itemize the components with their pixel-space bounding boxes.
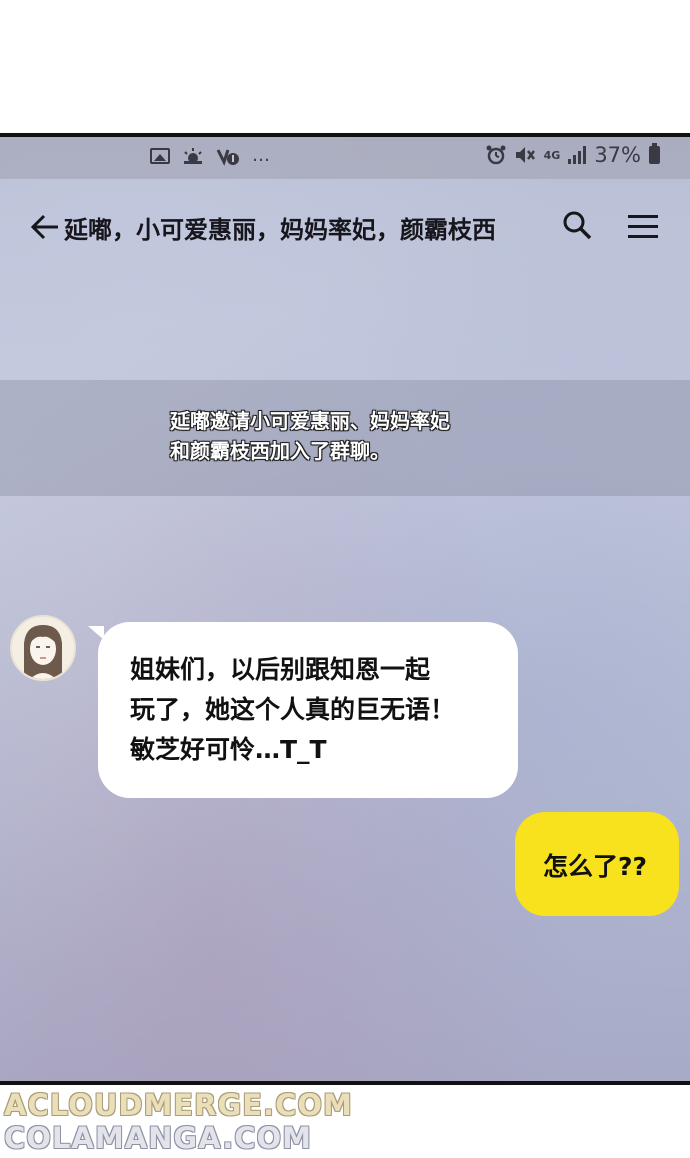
system-notice-band: 延嘟邀请小可爱惠丽、妈妈率妃 和颜霸枝西加入了群聊。 (0, 380, 690, 496)
message-line: 敏芝好可怜…T_T (130, 735, 327, 764)
status-bar: … 4G 37% (0, 137, 690, 179)
vibrate-mute-icon (515, 147, 535, 163)
missed-call-icon (216, 148, 239, 166)
chat-header: 延嘟，小可爱惠丽，妈妈率妃，颜霸枝西 (0, 192, 690, 262)
battery-icon (649, 143, 660, 164)
phone-screen: … 4G 37% 延嘟，小可爱惠丽，妈妈率妃，颜霸枝西 延嘟邀请小可爱惠丽、妈妈… (0, 133, 690, 1085)
system-message-line: 和颜霸枝西加入了群聊。 (170, 439, 390, 463)
battery-percent: 37% (594, 143, 641, 167)
system-message: 延嘟邀请小可爱惠丽、妈妈率妃 和颜霸枝西加入了群聊。 (170, 406, 450, 466)
message-line: 怎么了?? (543, 852, 648, 881)
message-bubble-received[interactable]: 姐妹们，以后别跟知恩一起 玩了，她这个人真的巨无语！ 敏芝好可怜…T_T (88, 622, 518, 798)
signal-icon (568, 146, 587, 164)
watermark-text: COLAMANGA.COM (4, 1121, 313, 1155)
message-line: 玩了，她这个人真的巨无语！ (130, 695, 456, 724)
status-left-icons: … (150, 145, 272, 166)
system-message-line: 延嘟邀请小可爱惠丽、妈妈率妃 (170, 409, 450, 433)
back-arrow-icon[interactable] (28, 210, 62, 244)
message-line: 姐妹们，以后别跟知恩一起 (130, 655, 431, 684)
menu-icon[interactable] (626, 212, 660, 242)
network-type-label: 4G (543, 148, 561, 162)
avatar-portrait (24, 625, 62, 679)
message-bubble-sent[interactable]: 怎么了?? (515, 812, 679, 916)
weather-icon (184, 147, 202, 164)
status-right-icons: 4G 37% (486, 143, 660, 167)
alarm-icon (486, 145, 506, 165)
more-notifications-indicator: … (252, 145, 272, 166)
chat-title[interactable]: 延嘟，小可爱惠丽，妈妈率妃，颜霸枝西 (64, 210, 496, 245)
image-icon (150, 147, 170, 164)
avatar[interactable] (10, 615, 76, 681)
search-icon[interactable] (560, 208, 594, 242)
watermark-text: ACLOUDMERGE.COM (4, 1088, 353, 1122)
